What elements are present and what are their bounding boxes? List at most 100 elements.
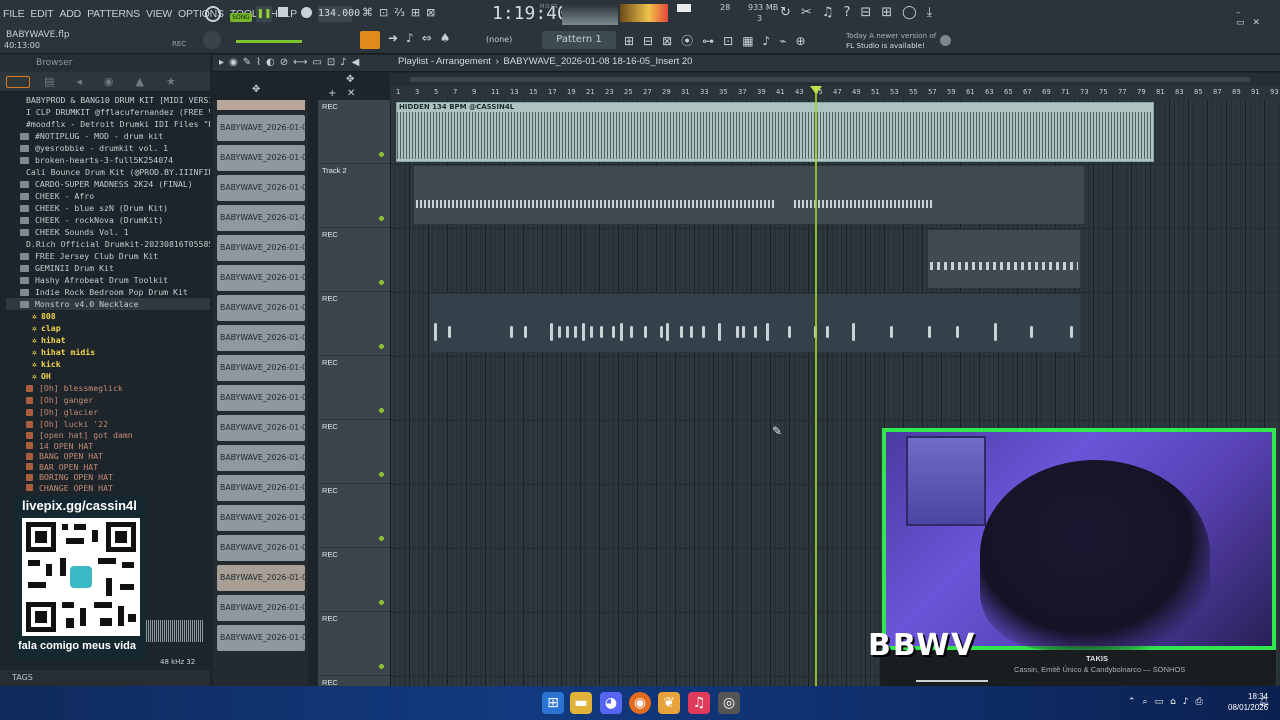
clip-source-button[interactable]: BABYWAVE_2026-01-08 1.. [217,415,305,441]
track-enable-led[interactable] [379,216,384,221]
track-enable-led[interactable] [379,664,384,669]
track-header[interactable]: REC [318,292,390,356]
browser-file[interactable]: [Oh] lucki '22 [6,418,210,430]
clip-source-button[interactable]: BABYWAVE_2026-01-08 1.. [217,265,305,291]
pattern-selector[interactable]: Pattern 1 [542,31,616,49]
window-shortcut-icons[interactable]: ⊞⊟⊠⦿⊶⊡▦♪⌁⊕ [624,32,824,50]
toolbar-icons[interactable]: ↻✂♫?⊟⊞◯⤓ [780,5,942,20]
clip-source-button[interactable]: BABYWAVE_2026-01-08 1.. [217,235,305,261]
browser-folder[interactable]: Hashy Afrobeat Drum Toolkit [6,274,210,286]
browser-folder[interactable]: GEMINII Drum Kit [6,262,210,274]
update-hint-line1[interactable]: Today A newer version of [846,31,936,40]
snap-button[interactable] [360,31,380,49]
move-icon[interactable]: ✥ [346,74,354,85]
window-controls[interactable]: –▭✕ [1236,8,1280,28]
browser-subfolder[interactable]: ✲ 808 [6,310,210,322]
browser-tags-bar[interactable]: TAGS [0,670,210,686]
menu-edit[interactable]: EDIT [27,8,56,20]
clip-source-top[interactable] [217,100,305,110]
audio-clip-hidden[interactable]: HIDDEN 134 BPM @CASSIN4L [396,102,1154,162]
browser-file[interactable]: [open hat] got damn [6,430,210,441]
master-volume-knob[interactable] [203,31,221,49]
browser-file[interactable]: 14 OPEN HAT [6,441,210,452]
tempo-display[interactable]: 134.000 [318,6,360,22]
browser-file[interactable]: BAR OPEN HAT [6,462,210,473]
clip-source-button[interactable]: BABYWAVE_2026-01-08 1.. [217,115,305,141]
browser-folder[interactable]: Cali Bounce Drum Kit (@PROD.BY.IIINFINIT… [6,166,210,178]
master-pitch-slider[interactable] [236,40,302,43]
browser-folder[interactable]: CHEEK Sounds Vol. 1 [6,226,210,238]
track-enable-led[interactable] [379,536,384,541]
pattern-none-select[interactable]: (none) [486,35,512,44]
browser-folder[interactable]: Monstro v4.0 Necklace [6,298,210,310]
browser-filter-icons[interactable]: ▤◂◉▲★ [44,75,198,88]
overview-thumb[interactable] [410,77,1250,82]
browser-file[interactable]: CHANGE OPEN HAT [6,483,210,494]
playhead-marker[interactable] [810,86,822,94]
transport-tools[interactable]: ⌘⊡⅔⊞⊠ [362,6,472,22]
menu-add[interactable]: ADD [57,8,85,20]
pattern-song-toggle[interactable] [205,6,221,22]
browser-file[interactable]: [Oh] blessmeglick [6,382,210,394]
notification-icon[interactable]: 🔔︎ [1258,697,1269,707]
menu-file[interactable]: FILE [0,8,27,20]
firefox-icon[interactable]: ◉ [629,692,651,714]
browser-subfolder[interactable]: ✲ hihat midis [6,346,210,358]
browser-folder[interactable]: @yesrobbie - drumkit vol. 1 [6,142,210,154]
clip-source-button[interactable]: BABYWAVE_2026-01-08 1.. [217,595,305,621]
track-header[interactable]: Track 2 [318,164,390,228]
audio-clip-track4[interactable] [430,294,1080,352]
browser-subfolder[interactable]: ✲ kick [6,358,210,370]
clip-source-button[interactable]: BABYWAVE_2026-01-08 1.. [217,295,305,321]
browser-file[interactable]: clic ophat [6,493,210,494]
record-button[interactable] [301,7,312,18]
track-header[interactable]: REC [318,612,390,676]
track-header[interactable]: REC [318,228,390,292]
browser-folder[interactable]: CHEEK - rockNova (DrumKit) [6,214,210,226]
obs-icon[interactable]: ◎ [718,692,740,714]
clip-source-button[interactable]: BABYWAVE_2026-01-08 1.. [217,475,305,501]
timeline-ruler[interactable]: 1 3 5 7 9 11 13 15 17 19 21 23 25 27 29 31 33 35 37 39 41 43 4… [390,86,1280,100]
playlist-overview-scrollbar[interactable] [390,73,1280,86]
playlist-tools[interactable]: ▸◉✎⌇◐⊘⟷▭⊡♪◀ [219,57,364,68]
browser-folder[interactable]: D.Rich Official Drumkit-20230816T055857Z… [6,238,210,250]
browser-folder[interactable]: Indie Rock Bedroom Pop Drum Kit [6,286,210,298]
track-enable-led[interactable] [379,152,384,157]
clip-source-button[interactable]: BABYWAVE_2026-01-08 1.. [217,355,305,381]
pan-icon[interactable]: ✥ [252,84,260,95]
track-enable-led[interactable] [379,344,384,349]
clip-source-button[interactable]: BABYWAVE_2026-01-08 1.. [217,565,305,591]
update-hint-line2[interactable]: FL Studio is available! [846,41,925,50]
track-header[interactable]: REC [318,484,390,548]
clip-source-button[interactable]: BABYWAVE_2026-01-08 1.. [217,535,305,561]
add-track-icon[interactable]: + [328,88,336,99]
clip-source-button[interactable]: BABYWAVE_2026-01-08 1.. [217,205,305,231]
track-enable-led[interactable] [379,408,384,413]
audio-clip-track3[interactable] [928,230,1080,288]
browser-subfolder[interactable]: ✲ hihat [6,334,210,346]
fl-studio-icon[interactable]: ❦ [658,692,680,714]
audio-clip-track2[interactable] [414,166,1084,224]
close-track-icon[interactable]: ✕ [347,88,355,99]
discord-icon[interactable]: ◕ [600,692,622,714]
clip-source-button[interactable]: BABYWAVE_2026-01-08 1.. [217,445,305,471]
menu-view[interactable]: VIEW [143,8,175,20]
browser-folder[interactable]: #moodflx - Detroit Drumki IDI Files "Har… [6,118,210,130]
browser-file[interactable]: [Oh] glacier [6,406,210,418]
track-enable-led[interactable] [379,600,384,605]
browser-folder[interactable]: CHEEK - Afro [6,190,210,202]
music-app-icon[interactable]: ♫ [688,692,710,714]
track-enable-led[interactable] [379,280,384,285]
browser-folder[interactable]: FREE Jersey Club Drum Kit [6,250,210,262]
song-mode-button[interactable]: SONG [230,13,252,22]
track-header[interactable]: REC [318,548,390,612]
system-tray-icons[interactable]: ⌃⌕▭⌂♪⎙ [1128,697,1210,707]
browser-folder[interactable]: BABYPROD & BANG10 DRUM KIT [MIDI VERSION… [6,94,210,106]
browser-file[interactable]: BORING OPEN HAT [6,472,210,483]
browser-folder[interactable]: CHEEK - blue szN (Drum Kit) [6,202,210,214]
track-enable-led[interactable] [379,472,384,477]
playhead[interactable] [815,86,817,686]
edit-tools[interactable]: ➜♪⇔♠ [388,31,478,49]
browser-folder[interactable]: broken-hearts-3-full5K254074 [6,154,210,166]
browser-subfolder[interactable]: ✲ OH [6,370,210,382]
